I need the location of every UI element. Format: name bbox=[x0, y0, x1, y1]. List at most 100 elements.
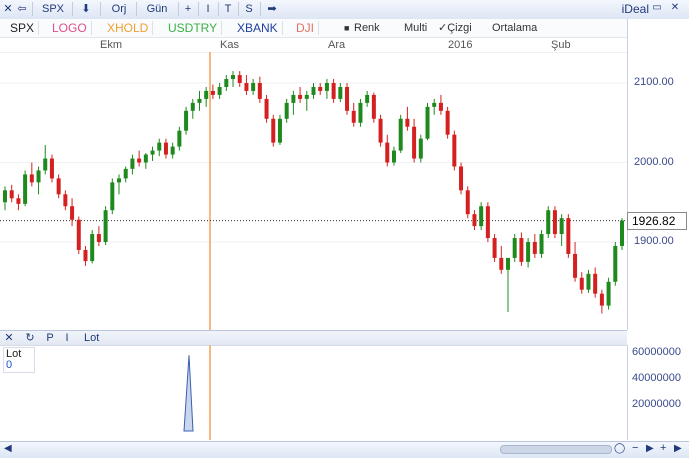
add-button[interactable]: + bbox=[178, 2, 197, 16]
line-option[interactable]: ✓Çizgi bbox=[438, 21, 472, 35]
volume-legend-value: 0 bbox=[6, 359, 13, 371]
candle-body bbox=[264, 98, 269, 119]
candle-body bbox=[438, 102, 443, 111]
candle-body bbox=[358, 102, 363, 123]
candle-body bbox=[351, 110, 356, 123]
candle-body bbox=[552, 210, 557, 235]
candle-body bbox=[338, 86, 343, 99]
candle-body bbox=[445, 110, 450, 135]
volume-chart[interactable] bbox=[0, 345, 627, 440]
candle-body bbox=[163, 142, 168, 155]
indicator-toolbar: ✕ ↻ P I Lot bbox=[0, 330, 627, 346]
candle-body bbox=[586, 273, 591, 290]
candle-body bbox=[3, 190, 7, 203]
t-button[interactable]: T bbox=[218, 2, 237, 16]
i-button[interactable]: I bbox=[198, 2, 217, 16]
candle-body bbox=[217, 86, 222, 95]
candle-body bbox=[459, 166, 464, 191]
candle-body bbox=[63, 194, 68, 207]
scroll-left-icon[interactable]: ◀ bbox=[4, 443, 12, 454]
candle-body bbox=[304, 94, 309, 99]
symbol-tab-xbank[interactable]: XBANK bbox=[233, 21, 283, 35]
volume-label: 40000000 bbox=[632, 372, 681, 384]
app-title: iDeal bbox=[621, 2, 649, 16]
candle-body bbox=[324, 83, 329, 91]
average-option[interactable]: Ortalama bbox=[492, 21, 537, 35]
candle-body bbox=[103, 210, 108, 242]
zoom-oval-icon[interactable]: ◯ bbox=[614, 443, 625, 454]
volume-label: 60000000 bbox=[632, 346, 681, 358]
candle-body bbox=[184, 110, 189, 131]
symbol-tab-usdtry[interactable]: USDTRY bbox=[164, 21, 223, 35]
download-arrow-icon[interactable]: ⬇ bbox=[72, 2, 99, 16]
symbol-tab-xhold[interactable]: XHOLD bbox=[103, 21, 154, 35]
candle-body bbox=[546, 210, 551, 235]
color-option[interactable]: Renk bbox=[354, 21, 380, 35]
candle-body bbox=[29, 174, 34, 183]
candle-body bbox=[526, 242, 531, 262]
candle-body bbox=[492, 238, 497, 258]
indicator-close-icon[interactable]: ✕ bbox=[3, 331, 15, 345]
candle-body bbox=[231, 75, 236, 80]
symbol-tabs: SPX LOGO XHOLD USDTRY XBANK DJI ■ Renk M… bbox=[0, 19, 627, 38]
candle-body bbox=[70, 206, 75, 220]
candle-body bbox=[505, 257, 510, 270]
back-icon[interactable]: ⇦ bbox=[16, 2, 28, 16]
candle-body bbox=[573, 253, 578, 278]
scroll-end-icon[interactable]: ▶ bbox=[674, 443, 682, 454]
candle-body bbox=[412, 126, 417, 159]
candle-body bbox=[620, 220, 624, 246]
s-button[interactable]: S bbox=[238, 2, 259, 16]
candle-body bbox=[539, 234, 544, 254]
symbol-tab-spx[interactable]: SPX bbox=[6, 21, 40, 35]
time-label: Ara bbox=[328, 39, 346, 51]
multi-option[interactable]: Multi bbox=[404, 21, 427, 35]
candle-body bbox=[391, 150, 396, 163]
candle-body bbox=[579, 277, 584, 290]
candle-body bbox=[378, 118, 383, 143]
candle-body bbox=[49, 158, 54, 179]
zoom-in-icon[interactable]: + bbox=[660, 442, 666, 454]
candle-body bbox=[117, 178, 122, 183]
candle-body bbox=[96, 234, 101, 242]
refresh-icon[interactable]: ↻ bbox=[24, 331, 36, 345]
candle-body bbox=[170, 146, 175, 155]
candle-body bbox=[76, 219, 81, 250]
candle-body bbox=[123, 168, 128, 179]
price-label: 2000.00 bbox=[634, 156, 674, 168]
symbol-selector[interactable]: SPX bbox=[32, 2, 73, 16]
candle-body bbox=[371, 94, 376, 119]
candle-body bbox=[331, 83, 336, 99]
symbol-tab-logo[interactable]: LOGO bbox=[48, 21, 92, 35]
symbol-tab-dji[interactable]: DJI bbox=[292, 21, 319, 35]
candle-body bbox=[90, 234, 95, 262]
minimize-icon[interactable]: ▭ bbox=[651, 2, 663, 14]
candle-body bbox=[9, 190, 14, 199]
candle-body bbox=[512, 238, 517, 258]
period-selector[interactable]: Gün bbox=[136, 2, 177, 16]
i-indicator-button[interactable]: I bbox=[62, 331, 72, 345]
candlestick-chart[interactable] bbox=[0, 52, 627, 330]
scroll-right-icon[interactable]: ▶ bbox=[646, 443, 654, 454]
candle-body bbox=[472, 214, 477, 227]
candle-body bbox=[197, 98, 202, 103]
price-label: 2100.00 bbox=[634, 76, 674, 88]
scroll-thumb[interactable] bbox=[500, 445, 612, 454]
zoom-out-icon[interactable]: − bbox=[632, 442, 638, 454]
volume-label: 20000000 bbox=[632, 398, 681, 410]
window-close-icon[interactable]: ✕ bbox=[669, 2, 681, 14]
candle-body bbox=[559, 218, 564, 235]
close-icon[interactable]: ✕ bbox=[2, 2, 14, 16]
candle-body bbox=[177, 130, 182, 147]
candle-body bbox=[150, 150, 155, 155]
candle-body bbox=[56, 178, 61, 195]
candle-body bbox=[157, 142, 162, 151]
candle-body bbox=[244, 83, 249, 91]
p-button[interactable]: P bbox=[44, 331, 56, 345]
original-button[interactable]: Orj bbox=[100, 2, 137, 16]
candle-body bbox=[532, 242, 537, 254]
candle-body bbox=[405, 118, 410, 127]
forward-arrow-icon[interactable]: ➡ bbox=[260, 2, 283, 16]
candle-body bbox=[16, 198, 21, 204]
candle-body bbox=[224, 79, 229, 87]
